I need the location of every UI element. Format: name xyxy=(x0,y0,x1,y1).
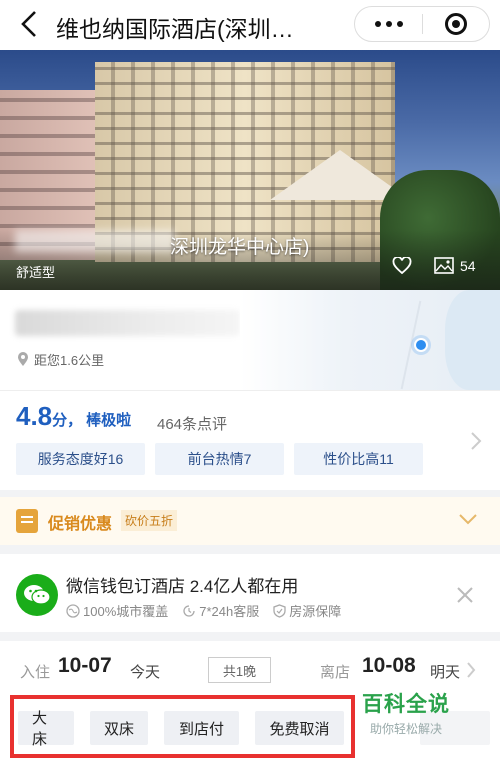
chevron-right-icon xyxy=(467,662,476,678)
close-miniprogram-button[interactable] xyxy=(423,7,489,41)
nights-count: 共1晚 xyxy=(208,657,271,683)
hotel-branch-name: 深圳龙华中心店) xyxy=(170,237,310,258)
chevron-right-icon xyxy=(471,432,482,450)
score-word: 棒极啦 xyxy=(86,412,132,429)
map-marker-icon xyxy=(414,338,428,352)
checkout-date: 10-08 xyxy=(362,654,416,677)
target-icon xyxy=(444,13,467,35)
photo-count: 54 xyxy=(460,257,476,274)
rating-score: 4.8分， 棒极啦 xyxy=(16,401,131,432)
feature-coverage: 100%城市覆盖 xyxy=(66,601,168,620)
more-button[interactable] xyxy=(355,7,422,41)
feature-guarantee: 房源保障 xyxy=(273,601,341,620)
photo-album-button[interactable]: 54 xyxy=(434,257,476,274)
clock-icon xyxy=(183,604,195,617)
review-tag[interactable]: 服务态度好16 xyxy=(16,443,145,475)
score-unit: 分， xyxy=(52,412,83,429)
promo-label: 促销优惠 xyxy=(48,516,113,533)
chevron-down-icon xyxy=(459,514,477,525)
mini-map[interactable] xyxy=(240,290,500,390)
wechat-pay-features: 100%城市覆盖 7*24h客服 房源保障 xyxy=(66,601,341,620)
review-tags: 服务态度好16 前台热情7 性价比高11 xyxy=(16,443,423,475)
watermark-title: 百科全说 xyxy=(362,693,450,716)
hotel-photo[interactable]: 深圳龙华中心店) 舒适型 54 xyxy=(0,50,500,290)
checkout-day: 明天 xyxy=(430,664,461,681)
back-button[interactable] xyxy=(14,9,44,39)
globe-icon xyxy=(66,603,80,618)
blurred-name xyxy=(15,230,175,252)
promo-badge: 砍价五折 xyxy=(121,510,178,531)
dot-icon xyxy=(396,21,403,27)
chevron-left-icon xyxy=(21,11,36,37)
watermark: 百科全说 助你轻松解决 xyxy=(362,688,450,737)
checkin-label: 入住 xyxy=(20,664,51,681)
image-icon xyxy=(434,257,454,274)
hotel-type-tag: 舒适型 xyxy=(16,265,56,280)
promo-icon xyxy=(16,509,38,533)
checkin-date: 10-07 xyxy=(58,654,112,677)
rating-section[interactable]: 4.8分， 棒极啦 464条点评 服务态度好16 前台热情7 性价比高11 xyxy=(0,390,500,490)
feature-service: 7*24h客服 xyxy=(182,601,259,620)
miniprogram-capsule xyxy=(354,6,490,42)
checkout-label: 离店 xyxy=(320,664,351,681)
nav-bar: 维也纳国际酒店(深圳… xyxy=(0,0,500,50)
dot-icon xyxy=(374,21,381,27)
wechat-pay-banner[interactable]: 微信钱包订酒店 2.4亿人都在用 100%城市覆盖 7*24h客服 房源保障 xyxy=(0,554,500,632)
favorite-button[interactable] xyxy=(392,256,418,279)
checkin-day: 今天 xyxy=(130,664,161,681)
watermark-subtitle: 助你轻松解决 xyxy=(369,722,442,736)
distance-text: 距您1.6公里 xyxy=(34,353,105,368)
location-card[interactable]: 距您1.6公里 xyxy=(0,290,500,390)
close-icon[interactable] xyxy=(456,586,474,604)
page-title: 维也纳国际酒店(深圳… xyxy=(56,16,294,42)
review-tag[interactable]: 前台热情7 xyxy=(155,443,284,475)
promotion-bar[interactable]: 促销优惠 砍价五折 xyxy=(0,497,500,545)
review-count: 464条点评 xyxy=(157,416,228,433)
wechat-pay-title: 微信钱包订酒店 2.4亿人都在用 xyxy=(66,577,299,596)
location-pin-icon xyxy=(18,352,28,366)
blurred-address xyxy=(15,310,240,336)
map-water xyxy=(445,290,500,390)
shield-icon xyxy=(273,603,286,618)
distance-row: 距您1.6公里 xyxy=(17,350,104,369)
highlight-box xyxy=(10,695,355,758)
dot-icon xyxy=(385,21,392,27)
review-tag[interactable]: 性价比高11 xyxy=(294,443,423,475)
heart-icon xyxy=(392,256,412,275)
score-value: 4.8 xyxy=(16,401,53,431)
hotel-detail-page: 维也纳国际酒店(深圳… 深圳龙华中心店) 舒适型 54 距您1.6公里 4.8分… xyxy=(0,0,500,761)
wechat-logo-icon xyxy=(16,574,58,616)
